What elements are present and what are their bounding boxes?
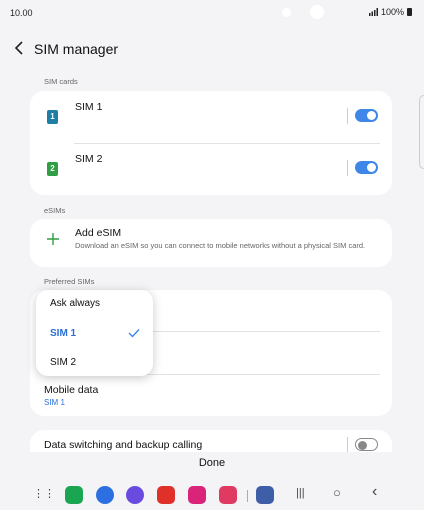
apps-grid-icon[interactable]: ⋮⋮ (33, 487, 55, 500)
navigation-bar: ⋮⋮ ||| ○ ‹ (0, 482, 424, 510)
check-icon (128, 329, 140, 338)
side-panel-handle[interactable] (419, 95, 424, 169)
status-indicators: 100% (368, 7, 412, 17)
sim-select-dropdown: Ask always SIM 1 SIM 2 (36, 290, 153, 376)
sim-cards-card: 1 SIM 1 2 SIM 2 (30, 91, 392, 195)
data-switching-title: Data switching and backup calling (44, 439, 203, 451)
flipboard-app-icon[interactable] (157, 486, 175, 504)
mobile-data-item[interactable]: Mobile data SIM 1 (30, 375, 392, 416)
divider (347, 160, 348, 176)
add-esim-description: Download an eSIM so you can connect to m… (75, 241, 366, 250)
dropdown-option-sim-1[interactable]: SIM 1 (50, 328, 76, 339)
done-label: Done (198, 457, 226, 469)
settings-app-icon[interactable] (256, 486, 274, 504)
camera-cutout-icon (310, 5, 324, 19)
section-label-esims: eSIMs (44, 206, 66, 215)
sim-2-toggle[interactable] (355, 161, 378, 174)
divider (247, 490, 248, 502)
section-label-sim-cards: SIM cards (44, 77, 78, 86)
sim-name: SIM 2 (75, 153, 103, 165)
sim-card-icon: 2 (47, 162, 58, 176)
dropdown-option-ask-always[interactable]: Ask always (50, 298, 100, 309)
status-time: 10.00 (10, 8, 33, 18)
dropdown-option-sim-2[interactable]: SIM 2 (50, 357, 76, 368)
gallery-app-icon[interactable] (188, 486, 206, 504)
home-icon[interactable]: ○ (333, 485, 341, 500)
signal-icon (368, 8, 378, 16)
back-icon[interactable]: ‹ (372, 483, 377, 501)
page-title: SIM manager (34, 41, 119, 57)
divider (347, 108, 348, 124)
sim-card-icon: 1 (47, 110, 58, 124)
recents-icon[interactable]: ||| (296, 487, 305, 499)
camera-dot-icon (282, 8, 291, 17)
status-bar: 10.00 100% (0, 0, 424, 26)
back-arrow-icon[interactable] (12, 40, 28, 56)
camera-app-icon[interactable] (219, 486, 237, 504)
mobile-data-value: SIM 1 (44, 398, 65, 407)
sim-row-2[interactable]: 2 SIM 2 (30, 143, 392, 195)
mobile-data-title: Mobile data (44, 384, 99, 396)
divider (150, 331, 380, 332)
sim-name: SIM 1 (75, 101, 103, 113)
section-label-preferred: Preferred SIMs (44, 277, 95, 286)
messages-app-icon[interactable] (96, 486, 114, 504)
internet-app-icon[interactable] (126, 486, 144, 504)
add-esim-title: Add eSIM (75, 227, 122, 239)
phone-app-icon[interactable] (65, 486, 83, 504)
add-esim-item[interactable]: Add eSIM Download an eSIM so you can con… (30, 219, 392, 267)
divider (347, 437, 348, 453)
done-button[interactable]: Done (0, 452, 424, 476)
battery-icon (407, 8, 412, 16)
plus-icon (47, 233, 59, 245)
header: SIM manager (0, 34, 424, 64)
data-switching-toggle[interactable] (355, 438, 378, 451)
sim-1-toggle[interactable] (355, 109, 378, 122)
battery-percent: 100% (380, 7, 404, 17)
sim-row-1[interactable]: 1 SIM 1 (30, 91, 392, 143)
